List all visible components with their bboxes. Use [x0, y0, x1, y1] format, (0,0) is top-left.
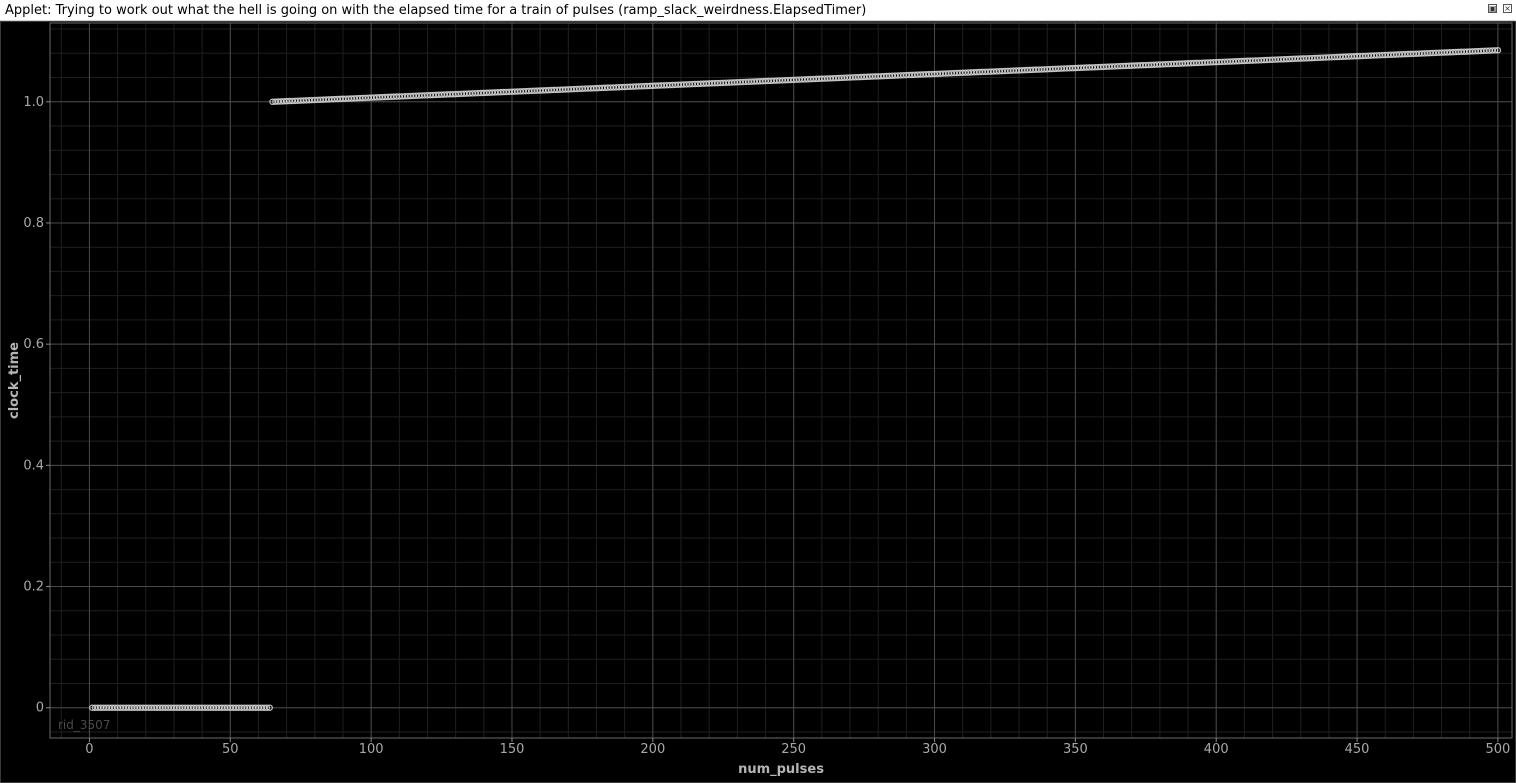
minor-grid	[50, 23, 1512, 738]
window-titlebar: Applet: Trying to work out what the hell…	[0, 0, 1516, 21]
x-tick-label: 500	[1486, 742, 1511, 757]
y-tick-label: 0.4	[23, 458, 44, 473]
restore-icon[interactable]: ▣	[1488, 4, 1497, 13]
y-axis-ticks: 0 0.2 0.4 0.6 0.8 1.0	[23, 95, 50, 716]
x-tick-label: 300	[922, 742, 947, 757]
x-tick-label: 0	[85, 742, 93, 757]
x-tick-label: 250	[781, 742, 806, 757]
plot-area[interactable]: 0 50 100 150 200 250 300 350 400 450 500 0 0.2 0.4 0.…	[0, 21, 1516, 783]
x-tick-label: 400	[1204, 742, 1229, 757]
y-axis-label: clock_time	[7, 342, 22, 419]
plot-frame	[49, 22, 1513, 739]
x-tick-label: 150	[500, 742, 525, 757]
run-id-watermark: rid_3507	[58, 718, 110, 732]
close-icon[interactable]: ×	[1503, 4, 1512, 13]
y-tick-label: 1.0	[23, 95, 44, 110]
x-tick-label: 200	[640, 742, 665, 757]
y-tick-label: 0.6	[23, 337, 44, 352]
y-tick-label: 0.8	[23, 216, 44, 231]
x-tick-label: 450	[1345, 742, 1370, 757]
x-axis-ticks: 0 50 100 150 200 250 300 350 400 450 500	[85, 738, 1510, 757]
x-axis-label: num_pulses	[738, 762, 824, 777]
x-tick-label: 100	[359, 742, 384, 757]
window-title: Applet: Trying to work out what the hell…	[5, 3, 867, 18]
x-tick-label: 350	[1063, 742, 1088, 757]
scatter-chart[interactable]: 0 50 100 150 200 250 300 350 400 450 500 0 0.2 0.4 0.…	[1, 22, 1515, 782]
x-tick-label: 50	[222, 742, 239, 757]
y-tick-label: 0	[36, 701, 44, 716]
major-grid	[50, 23, 1512, 738]
y-tick-label: 0.2	[23, 580, 44, 595]
